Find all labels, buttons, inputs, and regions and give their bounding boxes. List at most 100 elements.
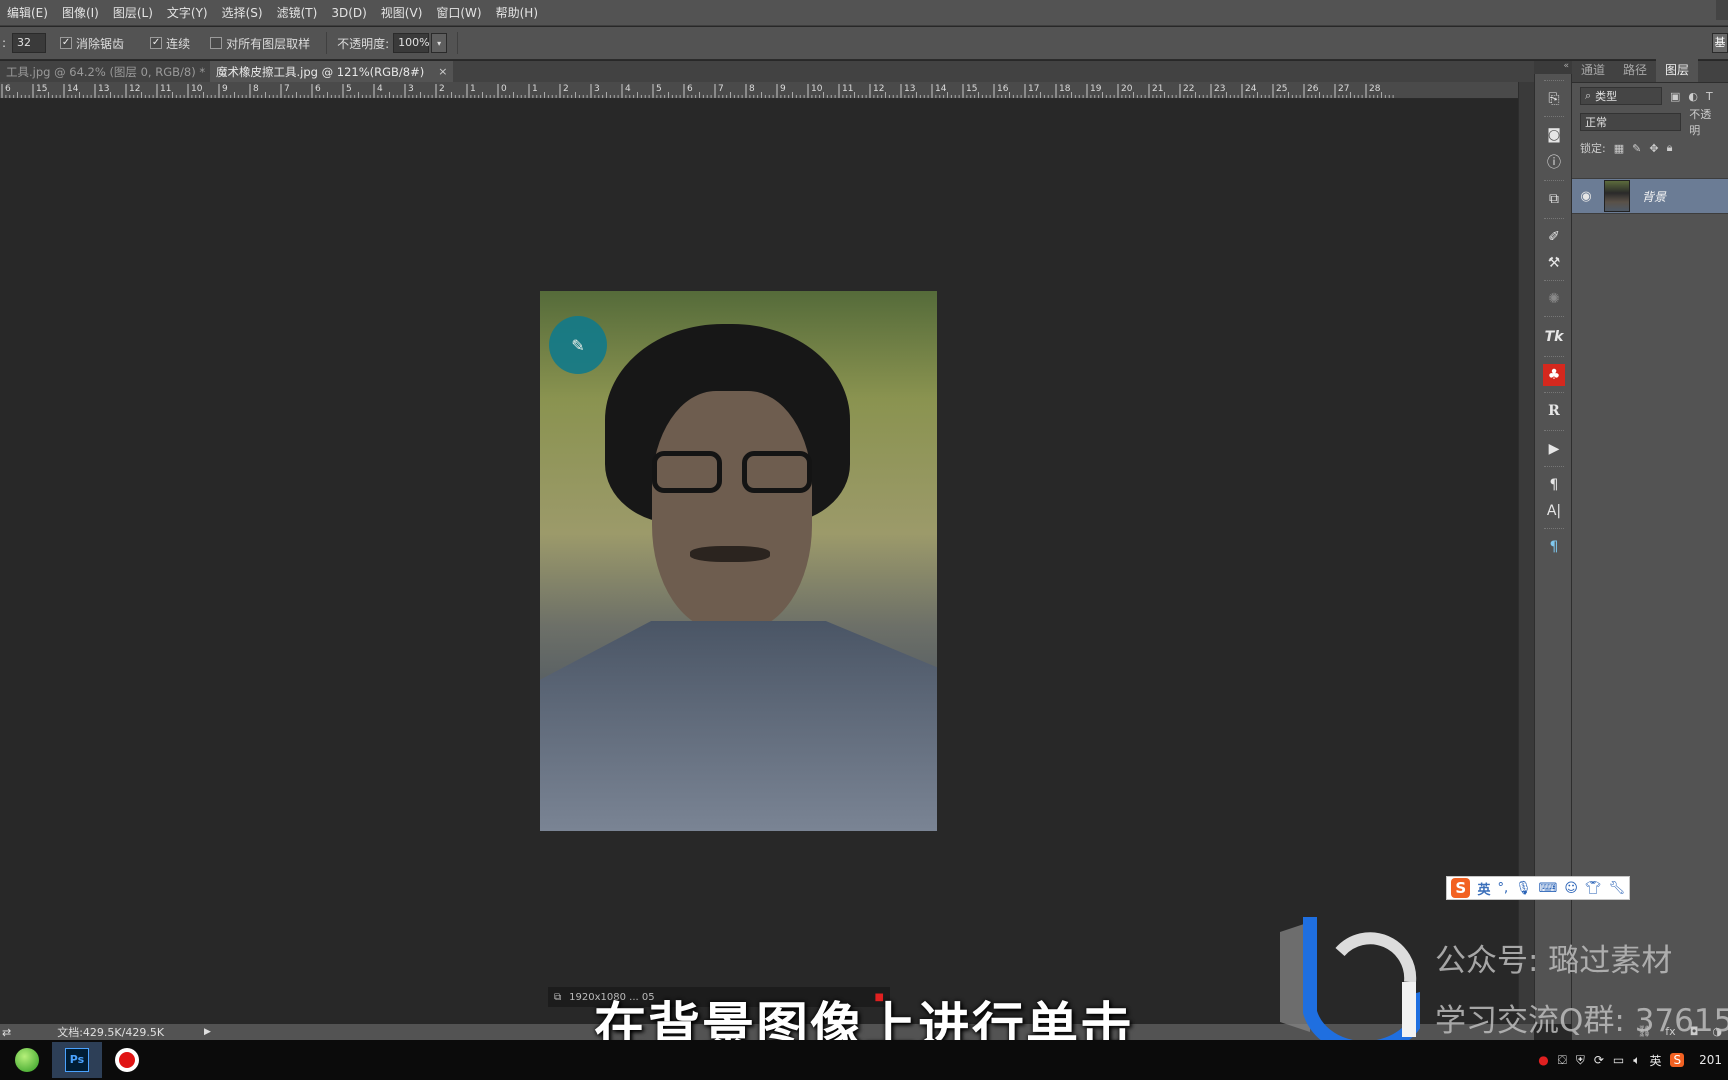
brush-presets-icon[interactable]: ⚒ <box>1543 252 1565 274</box>
menu-type[interactable]: 文字(Y) <box>160 4 215 21</box>
tab-paths[interactable]: 路径 <box>1614 58 1656 82</box>
sample-all-layers-label: 对所有图层取样 <box>226 36 311 51</box>
tab-layers[interactable]: 图层 <box>1656 58 1699 82</box>
horizontal-ruler[interactable]: 6 15 14 13 12 11 10 9 8 7 6 5 4 3 2 1 0 1 2 3 4 5 6 7 8 9 10 11 12 13… <box>0 82 1518 99</box>
tab-channels[interactable]: 通道 <box>1572 58 1614 82</box>
brush-icon[interactable]: ✐ <box>1543 226 1565 248</box>
unchecked-box-icon <box>210 37 223 49</box>
paragraph-styles-icon[interactable]: ¶ <box>1543 536 1565 558</box>
menu-3d[interactable]: 3D(D) <box>324 6 373 20</box>
character-icon[interactable]: A| <box>1543 500 1565 522</box>
menu-select[interactable]: 选择(S) <box>215 4 270 21</box>
keyboard-icon[interactable]: ⌨ <box>1539 881 1558 896</box>
taskbar-recorder[interactable] <box>102 1042 152 1078</box>
grip[interactable] <box>1544 528 1564 530</box>
document-image[interactable] <box>540 291 937 831</box>
opacity-input[interactable]: 100% <box>393 33 430 53</box>
ruler-label: 1 <box>470 84 476 94</box>
sogou-tray-icon[interactable]: S <box>1670 1053 1685 1067</box>
shield-icon[interactable]: ⛨ <box>1576 1053 1585 1068</box>
grip[interactable] <box>1544 280 1564 282</box>
collapse-icon[interactable]: « <box>1534 61 1572 74</box>
volume-icon[interactable]: 🔈︎ <box>1633 1053 1640 1068</box>
lock-pixels-icon[interactable]: ✎ <box>1632 142 1641 155</box>
network-drive-icon[interactable]: ⛋ <box>1558 1053 1567 1068</box>
menu-filter[interactable]: 滤镜(T) <box>270 4 325 21</box>
sogou-ime-bar[interactable]: S 英 °, 🎙︎ ⌨ ☺ 👕︎ 🔧︎ <box>1446 876 1630 900</box>
tab-document-1[interactable]: 工具.jpg @ 64.2% (图层 0, RGB/8) * × <box>0 61 210 82</box>
contiguous-label: 连续 <box>166 36 191 51</box>
navigator-icon[interactable]: ◙ <box>1543 124 1565 146</box>
grip[interactable] <box>1544 466 1564 468</box>
lock-transparency-icon[interactable]: ▦ <box>1614 142 1624 155</box>
ruler-label: 8 <box>749 84 755 94</box>
type-filter-icon[interactable]: T <box>1706 90 1713 103</box>
tolerance-input[interactable]: 32 <box>12 33 47 53</box>
actions-play-icon[interactable]: ▶ <box>1543 438 1565 460</box>
taskbar-photoshop[interactable]: Ps <box>52 1042 102 1078</box>
grip[interactable] <box>1544 316 1564 318</box>
image-filter-icon[interactable]: ▣ <box>1670 90 1680 103</box>
close-icon[interactable]: × <box>438 65 447 78</box>
blend-mode-select[interactable]: 正常 <box>1580 113 1682 131</box>
grip[interactable] <box>1544 80 1564 82</box>
menu-image[interactable]: 图像(I) <box>55 4 106 21</box>
microphone-icon[interactable]: 🎙︎ <box>1515 881 1532 896</box>
red-plugin-icon[interactable]: ♣ <box>1543 364 1565 386</box>
clock[interactable]: 201 <box>1699 1053 1722 1067</box>
plugin-icon[interactable]: ✺ <box>1543 288 1565 310</box>
ruler-label: 15 <box>966 84 977 94</box>
menu-help[interactable]: 帮助(H) <box>489 4 545 21</box>
clone-source-icon[interactable]: ⧉ <box>1543 188 1565 210</box>
history-icon[interactable]: ⎘ <box>1543 88 1565 110</box>
antialias-checkbox[interactable]: ✓ 消除锯齿 <box>60 35 124 52</box>
menu-edit[interactable]: 编辑(E) <box>0 4 55 21</box>
checkmark-icon: ✓ <box>60 37 73 49</box>
skin-icon[interactable]: 👕︎ <box>1585 881 1602 896</box>
ruler-label: 12 <box>873 84 884 94</box>
sync-icon[interactable]: ⟳ <box>1594 1053 1604 1067</box>
monitor-icon[interactable]: ▭ <box>1613 1053 1624 1067</box>
ime-language[interactable]: 英 <box>1477 879 1490 898</box>
ruler-label: 6 <box>687 84 693 94</box>
menu-window[interactable]: 窗口(W) <box>429 4 488 21</box>
start-button[interactable] <box>2 1042 52 1078</box>
user-icon[interactable]: ☺ <box>1564 881 1578 896</box>
image-glasses <box>652 451 822 497</box>
chevron-down-icon[interactable]: ▾ <box>431 33 448 53</box>
grip[interactable] <box>1544 218 1564 220</box>
grip[interactable] <box>1544 180 1564 182</box>
wrench-icon[interactable]: 🔧︎ <box>1608 881 1625 896</box>
tab-document-2[interactable]: 魔术橡皮擦工具.jpg @ 121%(RGB/8#) × <box>210 61 454 82</box>
punctuation-icon[interactable]: °, <box>1497 881 1508 896</box>
paragraph-icon[interactable]: ¶ <box>1543 474 1565 496</box>
workspace-button[interactable]: 基 <box>1712 33 1728 53</box>
menu-view[interactable]: 视图(V) <box>374 4 430 21</box>
tk-plugin-icon[interactable]: Tk <box>1543 326 1565 348</box>
tolerance-label: : <box>2 36 7 50</box>
grip[interactable] <box>1544 392 1564 394</box>
retouch-pro-icon[interactable]: R <box>1543 400 1565 422</box>
divider <box>326 32 328 54</box>
grip[interactable] <box>1544 356 1564 358</box>
menu-layer[interactable]: 图层(L) <box>106 4 160 21</box>
tab-label: 魔术橡皮擦工具.jpg @ 121%(RGB/8#) <box>216 64 425 79</box>
adjustment-filter-icon[interactable]: ◐ <box>1688 90 1698 103</box>
lock-position-icon[interactable]: ✥ <box>1649 142 1658 155</box>
grip[interactable] <box>1544 116 1564 118</box>
grip[interactable] <box>1544 430 1564 432</box>
lock-all-icon[interactable]: 🔒︎ <box>1667 141 1673 155</box>
record-icon <box>115 1048 139 1072</box>
filter-select[interactable]: ⌕ 类型 <box>1580 87 1662 105</box>
window-control[interactable] <box>1716 0 1728 20</box>
sample-all-layers-checkbox[interactable]: 对所有图层取样 <box>210 35 310 52</box>
eye-icon[interactable]: ◉ <box>1572 189 1600 204</box>
tray-language[interactable]: 英 <box>1649 1052 1661 1069</box>
ruler-label: 19 <box>1090 84 1102 94</box>
info-icon[interactable]: ⓘ <box>1543 152 1565 174</box>
record-tray-icon[interactable]: ● <box>1538 1053 1548 1067</box>
contiguous-checkbox[interactable]: ✓ 连续 <box>150 35 190 52</box>
layer-row-background[interactable]: ◉ 背景 <box>1572 178 1728 214</box>
layer-name[interactable]: 背景 <box>1642 188 1666 205</box>
ruler-label: 11 <box>160 84 171 94</box>
